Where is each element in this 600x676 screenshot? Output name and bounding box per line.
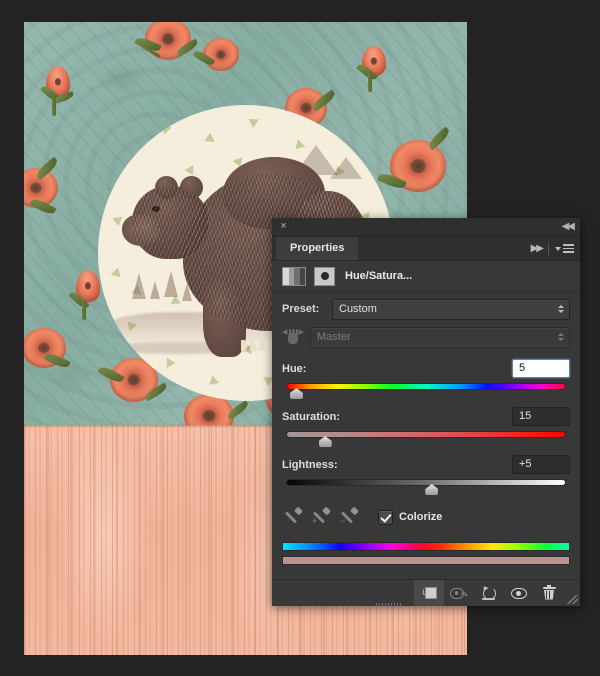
chevron-updown-icon xyxy=(558,305,564,313)
panel-resize-grip[interactable] xyxy=(564,578,580,608)
saturation-value-input[interactable]: 15 xyxy=(512,407,570,426)
subtract-from-sample-eyedropper-icon[interactable]: − xyxy=(338,506,366,527)
close-icon[interactable]: × xyxy=(278,221,289,232)
chevron-updown-icon xyxy=(558,333,564,341)
clip-to-layer-icon: ↳ xyxy=(421,586,437,600)
flower-bloom xyxy=(192,36,249,82)
saturation-track[interactable] xyxy=(286,431,566,438)
tab-bar-controls: ▶▶ xyxy=(531,237,574,260)
color-ramps xyxy=(272,542,580,565)
layer-mask-thumbnail[interactable] xyxy=(314,266,335,286)
plus-sign: + xyxy=(312,516,318,526)
hue-value-input[interactable]: 5 xyxy=(512,359,570,378)
view-previous-state-icon: ↷ xyxy=(450,587,468,600)
eyedropper-row: + − Colorize xyxy=(272,506,580,528)
panel-tab-bar: Properties ▶▶ xyxy=(272,237,580,261)
lightness-value-input[interactable]: +5 xyxy=(512,455,570,474)
on-image-adjustment-tool-icon[interactable]: ◀ ▶ xyxy=(282,328,304,346)
panel-body: Hue/Satura... Preset: Custom ◀▶ Master xyxy=(272,261,580,608)
properties-panel[interactable]: × ◀◀ Properties ▶▶ Hue/Satura... Preset:… xyxy=(272,218,580,608)
reset-icon xyxy=(481,584,497,600)
tab-properties[interactable]: Properties xyxy=(276,237,359,260)
panel-footer-toolbar: ↳ ↷ xyxy=(272,578,580,608)
saturation-header: Saturation: 15 xyxy=(282,407,570,426)
hue-slider-block: Hue: 5 xyxy=(272,359,580,399)
expand-panel-icon[interactable]: ▶▶ xyxy=(531,243,544,254)
colorize-checkbox[interactable]: Colorize xyxy=(378,509,443,525)
preset-select[interactable]: Custom xyxy=(332,298,570,320)
lightness-track[interactable] xyxy=(286,479,566,486)
delete-button[interactable] xyxy=(534,580,564,606)
flower-bloom xyxy=(24,156,70,220)
saturation-slider-block: Saturation: 15 xyxy=(272,407,580,447)
lightness-slider-block: Lightness: +5 xyxy=(272,455,580,495)
preset-value: Custom xyxy=(339,303,377,315)
hue-track-wrap[interactable] xyxy=(282,382,570,399)
flower-bloom xyxy=(24,322,76,380)
preset-label: Preset: xyxy=(282,303,320,315)
eye-icon xyxy=(511,587,527,599)
lightness-header: Lightness: +5 xyxy=(282,455,570,474)
view-previous-state-button[interactable]: ↷ xyxy=(444,580,474,606)
flower-bloom xyxy=(134,22,203,72)
saturation-label: Saturation: xyxy=(282,410,341,423)
hue-header: Hue: 5 xyxy=(282,359,570,378)
saturation-track-wrap[interactable] xyxy=(282,430,570,447)
channel-value: Master xyxy=(317,331,351,343)
clip-to-layer-button[interactable]: ↳ xyxy=(414,580,444,606)
panel-menu-button[interactable] xyxy=(555,244,574,253)
hue-label: Hue: xyxy=(282,362,307,375)
toggle-visibility-button[interactable] xyxy=(504,580,534,606)
chevron-down-icon xyxy=(555,246,561,251)
adjustment-title: Hue/Satura... xyxy=(345,270,413,282)
input-spectrum-ramp xyxy=(282,542,570,551)
lightness-label: Lightness: xyxy=(282,458,338,471)
checkmark-icon xyxy=(378,509,393,525)
lightness-track-wrap[interactable] xyxy=(282,478,570,495)
collapse-to-icons-icon[interactable]: ◀◀ xyxy=(562,221,575,232)
trash-icon xyxy=(542,584,556,601)
flower-bud xyxy=(40,66,82,120)
colorize-label: Colorize xyxy=(399,511,443,523)
reset-button[interactable] xyxy=(474,580,504,606)
panel-resize-grip-left[interactable] xyxy=(376,603,402,607)
add-to-sample-eyedropper-icon[interactable]: + xyxy=(310,506,338,527)
hue-track[interactable] xyxy=(286,383,566,390)
resize-grip-icon xyxy=(566,595,578,604)
channel-select[interactable]: Master xyxy=(310,326,570,348)
channel-row: ◀ ▶ Master xyxy=(272,324,580,350)
output-color-ramp xyxy=(282,556,570,565)
hamburger-icon xyxy=(563,244,574,253)
preset-row: Preset: Custom xyxy=(272,296,580,322)
flower-bud xyxy=(354,44,400,96)
adjustment-header: Hue/Satura... xyxy=(272,261,580,292)
minus-sign: − xyxy=(340,516,346,526)
sample-eyedropper-icon[interactable] xyxy=(282,506,310,527)
hue-saturation-icon xyxy=(282,266,306,286)
divider xyxy=(548,242,549,255)
panel-title-bar: × ◀◀ xyxy=(272,218,580,237)
